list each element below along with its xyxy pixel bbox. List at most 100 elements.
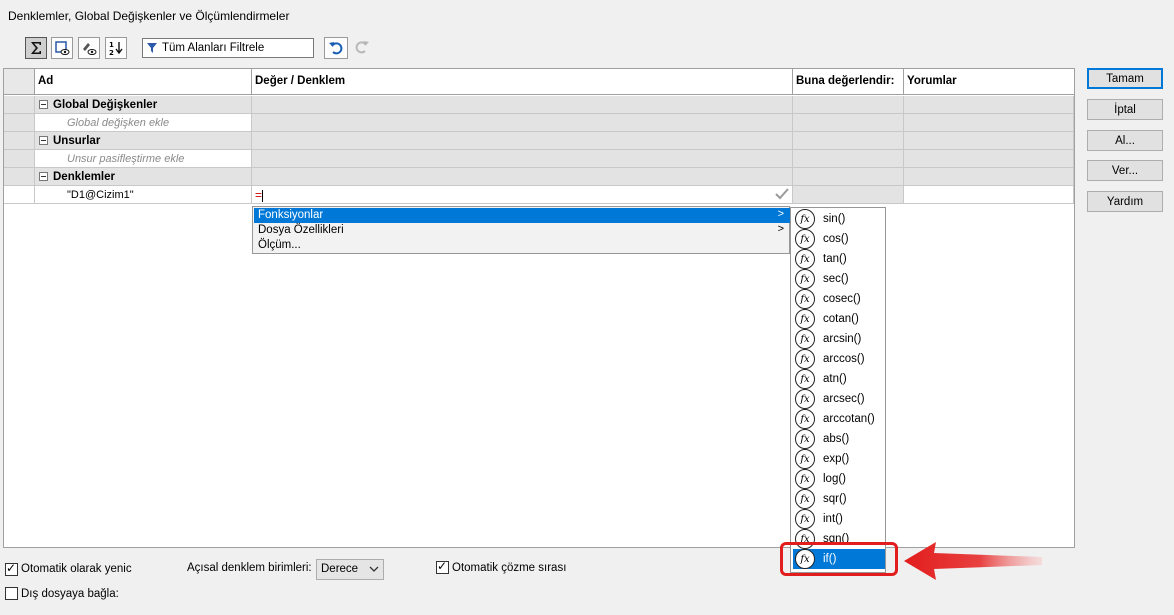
svg-text:2: 2	[109, 49, 114, 56]
ok-button[interactable]: Tamam	[1087, 68, 1163, 89]
cancel-button[interactable]: İptal	[1087, 99, 1163, 120]
function-item-arccos[interactable]: fx arccos()	[793, 349, 885, 369]
row-header-corner	[4, 69, 35, 95]
angle-units-label: Açısal denklem birimleri:	[187, 562, 312, 574]
function-label: sec()	[823, 273, 849, 285]
link-external-checkbox[interactable]	[5, 587, 18, 600]
function-icon: fx	[795, 429, 815, 449]
auto-solve-checkbox[interactable]	[436, 559, 449, 574]
function-icon: fx	[795, 389, 815, 409]
link-external-label: Dış dosyaya bağla:	[21, 588, 119, 600]
redo-button[interactable]	[354, 39, 370, 58]
add-global-hint[interactable]: Global değişken ekle	[35, 114, 251, 129]
function-label: arcsec()	[823, 393, 865, 405]
filter-icon	[147, 43, 157, 53]
checkmark-icon[interactable]	[774, 187, 790, 201]
function-item-abs[interactable]: fx abs()	[793, 429, 885, 449]
function-item-arcsin[interactable]: fx arcsin()	[793, 329, 885, 349]
table-row-add-suppression[interactable]: Unsur pasifleştirme ekle	[4, 150, 1074, 168]
function-item-exp[interactable]: fx exp()	[793, 449, 885, 469]
function-label: int()	[823, 513, 843, 525]
function-icon: fx	[795, 449, 815, 469]
auto-rebuild-label: Otomatik olarak yenic	[21, 563, 132, 575]
function-item-arccotan[interactable]: fx arccotan()	[793, 409, 885, 429]
functions-submenu: fx sin() fx cos() fx tan() fx sec() fx cosec() fx c…	[790, 207, 886, 573]
angle-units-select[interactable]: Derece	[316, 559, 384, 580]
auto-solve-label: Otomatik çözme sırası	[452, 562, 567, 574]
dimension-view-button[interactable]	[78, 37, 100, 59]
group-label-equations: Denklemler	[53, 171, 116, 183]
function-icon: fx	[795, 469, 815, 489]
equation-value-text: =	[255, 188, 263, 202]
function-icon: fx	[795, 369, 815, 389]
function-label: cos()	[823, 233, 849, 245]
function-item-cosec[interactable]: fx cosec()	[793, 289, 885, 309]
sigma-icon	[31, 42, 41, 54]
undo-icon	[329, 42, 343, 55]
function-icon: fx	[795, 249, 815, 269]
column-header-value[interactable]: Değer / Denklem	[252, 69, 793, 95]
column-header-comments[interactable]: Yorumlar	[904, 69, 1074, 95]
chevron-down-icon	[369, 566, 379, 572]
function-item-int[interactable]: fx int()	[793, 509, 885, 529]
function-item-atn[interactable]: fx atn()	[793, 369, 885, 389]
function-icon: fx	[795, 269, 815, 289]
table-row-group-global[interactable]: Global Değişkenler	[4, 96, 1074, 114]
collapse-icon[interactable]	[39, 136, 48, 145]
collapse-icon[interactable]	[39, 172, 48, 181]
filter-field[interactable]: Tüm Alanları Filtrele	[142, 38, 314, 58]
function-item-cos[interactable]: fx cos()	[793, 229, 885, 249]
function-item-tan[interactable]: fx tan()	[793, 249, 885, 269]
menu-item-file-properties[interactable]: Dosya Özellikleri >	[254, 223, 790, 238]
group-label-global: Global Değişkenler	[53, 99, 158, 111]
function-icon: fx	[795, 229, 815, 249]
menu-item-measure[interactable]: Ölçüm...	[254, 238, 790, 253]
annotation-highlight-box	[780, 542, 898, 576]
function-label: exp()	[823, 453, 850, 465]
function-item-arcsec[interactable]: fx arcsec()	[793, 389, 885, 409]
add-suppression-hint[interactable]: Unsur pasifleştirme ekle	[35, 150, 251, 165]
function-item-sqr[interactable]: fx sqr()	[793, 489, 885, 509]
equation-name-cell[interactable]: "D1@Cizim1"	[35, 186, 251, 201]
equation-value-input[interactable]: =	[252, 186, 793, 204]
sketch-equation-view-button[interactable]	[51, 37, 73, 59]
function-label: cosec()	[823, 293, 861, 305]
function-label: arcsin()	[823, 333, 862, 345]
function-icon: fx	[795, 489, 815, 509]
function-item-sin[interactable]: fx sin()	[793, 209, 885, 229]
table-row-add-global[interactable]: Global değişken ekle	[4, 114, 1074, 132]
column-header-name[interactable]: Ad	[35, 69, 252, 95]
auto-rebuild-checkbox[interactable]	[5, 561, 18, 576]
function-label: cotan()	[823, 313, 859, 325]
function-item-sec[interactable]: fx sec()	[793, 269, 885, 289]
table-row-equation[interactable]: "D1@Cizim1" =	[4, 186, 1074, 204]
menu-item-functions[interactable]: Fonksiyonlar >	[254, 208, 790, 223]
function-item-log[interactable]: fx log()	[793, 469, 885, 489]
undo-button[interactable]	[324, 37, 348, 59]
function-icon: fx	[795, 309, 815, 329]
export-button[interactable]: Ver...	[1087, 160, 1163, 181]
sketch-eye-icon	[55, 41, 70, 55]
function-icon: fx	[795, 329, 815, 349]
function-label: arccotan()	[823, 413, 875, 425]
import-button[interactable]: Al...	[1087, 130, 1163, 151]
table-row-group-equations[interactable]: Denklemler	[4, 168, 1074, 186]
context-menu: Fonksiyonlar > Dosya Özellikleri > Ölçüm…	[252, 206, 790, 254]
ordered-view-button[interactable]: 12	[105, 37, 127, 59]
column-header-evaluates[interactable]: Buna değerlendir:	[793, 69, 904, 95]
group-label-features: Unsurlar	[53, 135, 101, 147]
filter-text: Tüm Alanları Filtrele	[162, 42, 265, 54]
function-label: sin()	[823, 213, 846, 225]
help-button[interactable]: Yardım	[1087, 191, 1163, 212]
submenu-arrow-icon: >	[777, 223, 784, 235]
function-label: log()	[823, 473, 847, 485]
function-label: atn()	[823, 373, 847, 385]
table-row-group-features[interactable]: Unsurlar	[4, 132, 1074, 150]
function-item-cotan[interactable]: fx cotan()	[793, 309, 885, 329]
window-title: Denklemler, Global Değişkenler ve Ölçüml…	[8, 9, 290, 23]
equations-view-button[interactable]	[25, 37, 47, 59]
angle-units-value: Derece	[321, 563, 359, 575]
annotation-arrow-icon	[904, 542, 1042, 580]
svg-text:1: 1	[109, 41, 114, 49]
collapse-icon[interactable]	[39, 100, 48, 109]
